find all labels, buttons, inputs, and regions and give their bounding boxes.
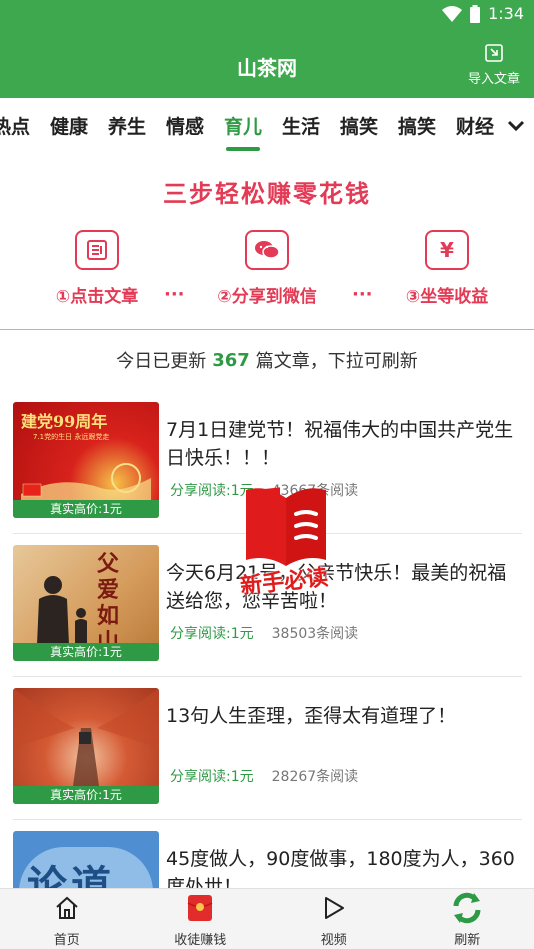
tab-wellness[interactable]: 养生	[98, 112, 156, 139]
category-tabs: 热点 健康 养生 情感 育儿 生活 搞笑 搞笑 财经	[0, 98, 534, 154]
read-count: 38503条阅读	[271, 626, 359, 642]
nav-label: 收徒赚钱	[174, 933, 227, 948]
tab-funny[interactable]: 搞笑	[330, 112, 388, 139]
app-title: 山茶网	[237, 56, 297, 80]
play-icon	[322, 895, 346, 925]
thumbnail-caption: 建党99周年	[21, 412, 108, 431]
step-separator: ···	[352, 284, 373, 305]
status-time: 1:34	[488, 4, 524, 23]
notice-suffix: 篇文章，下拉可刷新	[255, 351, 418, 372]
tab-health[interactable]: 健康	[40, 112, 98, 139]
nav-label: 刷新	[454, 933, 481, 948]
price-badge: 真实高价:1元	[13, 643, 159, 661]
bottom-navigation: 首页 收徒赚钱 视频 刷新	[0, 888, 534, 949]
more-tabs-button[interactable]	[498, 98, 534, 154]
banner-headline: 三步轻松赚零花钱	[163, 180, 371, 208]
step-label: ③坐等收益	[405, 287, 489, 307]
article-icon	[75, 230, 119, 270]
price-badge: 真实高价:1元	[13, 786, 159, 804]
article-item[interactable]: 真实高价:1元 13句人生歪理，歪得太有道理了！ 分享阅读:1元 28267条阅…	[0, 676, 534, 820]
share-reward: 分享阅读:1元	[170, 769, 254, 785]
nav-video[interactable]: 视频	[267, 889, 401, 949]
chevron-down-icon	[507, 117, 525, 136]
article-title: 13句人生歪理，歪得太有道理了！	[166, 705, 457, 727]
step-separator: ···	[164, 284, 185, 305]
article-thumbnail: 建党99周年 7.1党的生日 永远跟党走 真实高价:1元	[13, 402, 159, 518]
notice-count: 367	[212, 349, 250, 371]
read-count: 28267条阅读	[271, 769, 359, 785]
nav-refresh[interactable]: 刷新	[401, 889, 534, 949]
article-thumbnail: 父爱如山 真实高价:1元	[13, 545, 159, 661]
tab-life[interactable]: 生活	[272, 112, 330, 139]
red-envelope-icon	[187, 894, 213, 926]
status-bar: 1:34	[0, 0, 534, 30]
share-reward: 分享阅读:1元	[170, 626, 254, 642]
earn-banner[interactable]: 三步轻松赚零花钱 ①点击文章 ··· ②分享到微信 ··· ¥ ③坐等收益	[0, 154, 534, 330]
yuan-icon: ¥	[425, 230, 469, 270]
import-label: 导入文章	[467, 72, 520, 87]
article-title: 7月1日建党节！祝福伟大的中国共产党生日快乐！！！	[166, 419, 514, 469]
nav-label: 首页	[53, 933, 80, 948]
tab-funny-2[interactable]: 搞笑	[388, 112, 446, 139]
step-label: ②分享到微信	[217, 287, 317, 307]
step-wait-earnings: ¥ ③坐等收益	[372, 230, 522, 307]
nav-label: 视频	[320, 933, 347, 948]
autumn-railway-illustration	[13, 688, 159, 786]
step-click-article: ①点击文章	[22, 230, 172, 307]
home-icon	[54, 895, 80, 925]
import-article-button[interactable]: 导入文章	[466, 44, 522, 87]
update-notice: 今日已更新 367 篇文章，下拉可刷新	[0, 330, 534, 390]
nav-home[interactable]: 首页	[0, 889, 134, 949]
price-badge: 真实高价:1元	[13, 500, 159, 518]
step-share-wechat: ②分享到微信	[192, 230, 342, 307]
thumbnail-caption: 父爱如山	[97, 551, 120, 655]
wifi-icon	[442, 5, 463, 22]
wechat-icon	[245, 230, 289, 270]
article-thumbnail: 真实高价:1元	[13, 688, 159, 804]
newbie-guide-badge[interactable]: 新手必读	[236, 484, 346, 600]
app-header: 山茶网 导入文章	[0, 30, 534, 98]
father-silhouette	[37, 576, 87, 645]
thumbnail-subcaption: 7.1党的生日 永远跟党走	[33, 433, 110, 441]
tab-emotion[interactable]: 情感	[156, 112, 214, 139]
refresh-icon	[450, 891, 484, 929]
tab-parenting[interactable]: 育儿	[214, 112, 272, 151]
nav-recruit-earn[interactable]: 收徒赚钱	[134, 889, 268, 949]
notice-prefix: 今日已更新	[116, 351, 207, 372]
step-label: ①点击文章	[55, 287, 139, 307]
flag-illustration	[21, 463, 151, 502]
tab-finance[interactable]: 财经	[446, 112, 504, 139]
tab-hot[interactable]: 热点	[0, 112, 40, 139]
import-icon	[485, 44, 503, 66]
battery-icon	[470, 4, 481, 23]
